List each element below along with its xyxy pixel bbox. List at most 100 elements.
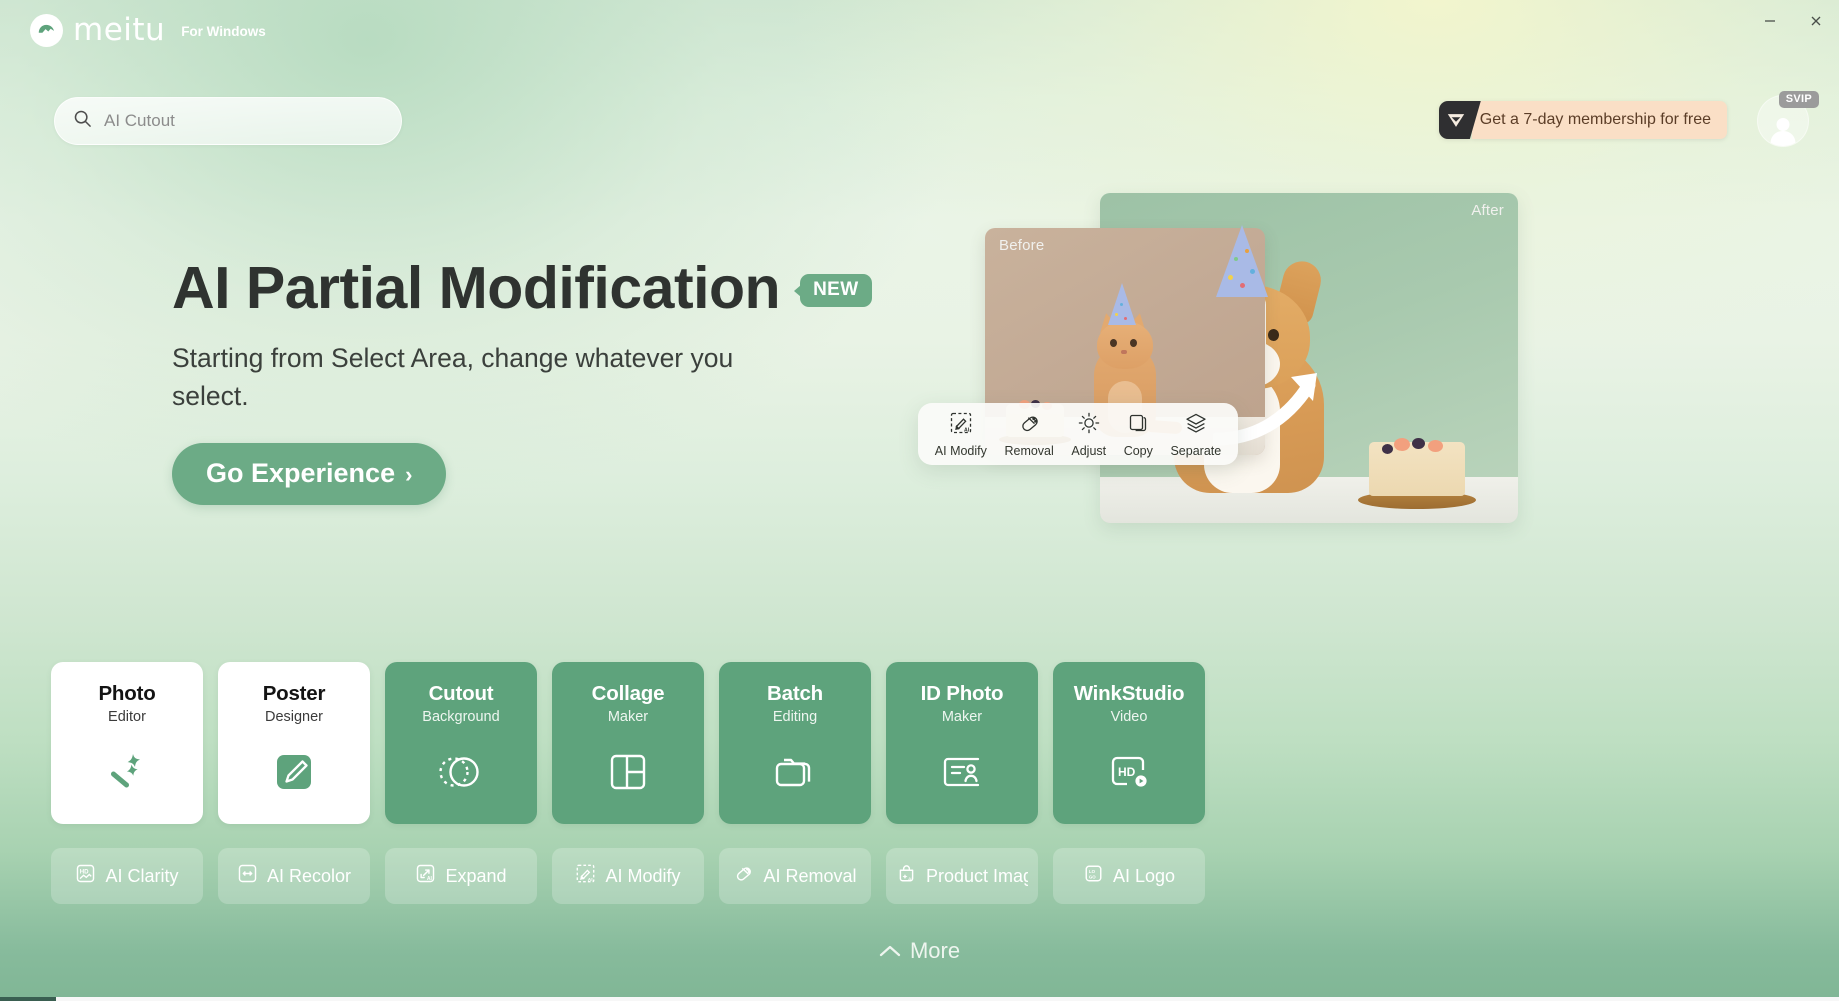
quick-tool-ai-recolor[interactable]: AI Recolor	[218, 848, 370, 904]
showcase-toolbar: AI AI Modify Removal Adjust Copy Separat…	[918, 403, 1238, 465]
before-label: Before	[999, 237, 1045, 254]
card-subtitle: Maker	[941, 709, 983, 725]
card-title: WinkStudio	[1073, 682, 1185, 705]
quick-tool-label: AI Clarity	[105, 865, 179, 886]
eraser-icon	[733, 863, 754, 889]
card-title: Poster	[262, 682, 326, 705]
toolbar-label: Copy	[1123, 443, 1153, 458]
card-title: Photo	[98, 682, 156, 705]
card-title: Cutout	[428, 682, 494, 705]
quick-tool-ai-clarity[interactable]: HD AI Clarity	[51, 848, 203, 904]
more-toggle-button[interactable]: More	[0, 938, 1839, 964]
card-subtitle: Designer	[264, 709, 324, 725]
brand-subtitle: For Windows	[181, 24, 266, 39]
ai-modify-icon: AI	[949, 411, 973, 440]
toolbar-label: Separate	[1170, 443, 1222, 458]
layers-icon	[1184, 411, 1208, 440]
card-subtitle: Maker	[607, 709, 649, 725]
quick-tool-label: Expand	[445, 865, 507, 886]
feature-card-collage-maker[interactable]: Collage Maker	[552, 662, 704, 824]
svg-text:AI: AI	[964, 427, 970, 433]
toolbar-item-ai-modify[interactable]: AI AI Modify	[933, 411, 989, 458]
go-experience-label: Go Experience	[206, 458, 396, 489]
card-subtitle: Editing	[772, 709, 818, 725]
more-label: More	[909, 938, 961, 963]
hero-banner: AI Partial Modification NEW Starting fro…	[172, 255, 952, 506]
membership-promo-label: Get a 7-day membership for free	[1471, 101, 1727, 139]
hd-image-icon: HD	[75, 863, 96, 889]
search-input-value: AI Cutout	[104, 111, 175, 130]
card-subtitle: Editor	[108, 709, 146, 725]
feature-card-winkstudio-video[interactable]: WinkStudio Video HD	[1053, 662, 1205, 824]
quick-tool-label: Product Imag	[926, 865, 1028, 886]
hero-title: AI Partial Modification	[172, 255, 781, 321]
ai-modify-icon: AI	[575, 863, 596, 889]
card-title: Collage	[591, 682, 665, 705]
svg-text:AI: AI	[908, 877, 913, 883]
copy-icon	[1126, 411, 1150, 440]
meitu-logo-icon	[30, 13, 63, 47]
app-brand: meitu For Windows	[30, 11, 266, 48]
recolor-icon	[237, 863, 258, 889]
card-title: Batch	[767, 682, 823, 705]
toolbar-item-separate[interactable]: Separate	[1168, 411, 1223, 458]
after-label: After	[1471, 202, 1504, 219]
cake-illustration-after	[1358, 431, 1476, 509]
quick-tool-row: HD AI Clarity AI Recolor AI Expand AI AI…	[51, 848, 1205, 904]
window-controls	[1747, 0, 1839, 46]
folder-icon	[771, 745, 819, 799]
hero-showcase-artwork: After Before	[985, 185, 1665, 555]
magic-wand-icon	[103, 745, 151, 799]
go-experience-button[interactable]: Go Experience ›	[172, 443, 447, 506]
svg-text:AI: AI	[427, 876, 433, 882]
quick-tool-product-image[interactable]: AI Product Imag	[886, 848, 1038, 904]
feature-card-poster-designer[interactable]: Poster Designer	[218, 662, 370, 824]
close-button[interactable]	[1793, 0, 1839, 46]
feature-card-row: Photo Editor Poster Designer Cutout Back…	[51, 662, 1205, 824]
quick-tool-ai-modify[interactable]: AI AI Modify	[552, 848, 704, 904]
hero-subtitle: Starting from Select Area, change whatev…	[172, 342, 734, 411]
search-input[interactable]: AI Cutout	[54, 97, 402, 145]
card-subtitle: Video	[1110, 709, 1148, 725]
svg-text:HD: HD	[80, 869, 89, 876]
feature-card-cutout-background[interactable]: Cutout Background	[385, 662, 537, 824]
search-icon	[73, 109, 92, 133]
quick-tool-label: AI Removal	[763, 865, 857, 886]
svg-text:GO: GO	[1089, 874, 1096, 879]
taskbar-sliver	[0, 997, 1839, 1001]
toolbar-label: AI Modify	[934, 443, 987, 458]
id-card-icon	[938, 745, 986, 799]
quick-tool-expand[interactable]: AI Expand	[385, 848, 537, 904]
brand-name: meitu	[73, 11, 166, 48]
quick-tool-ai-removal[interactable]: AI Removal	[719, 848, 871, 904]
expand-ai-icon: AI	[415, 863, 436, 889]
membership-promo-button[interactable]: Get a 7-day membership for free	[1438, 101, 1727, 139]
feature-card-photo-editor[interactable]: Photo Editor	[51, 662, 203, 824]
quick-tool-ai-logo[interactable]: LO GO AI Logo	[1053, 848, 1205, 904]
chevron-right-icon: ›	[405, 461, 413, 487]
account-avatar[interactable]: SVIP	[1757, 91, 1819, 147]
minimize-icon	[1763, 14, 1777, 33]
hd-video-icon: HD	[1105, 745, 1153, 799]
feature-card-id-photo-maker[interactable]: ID Photo Maker	[886, 662, 1038, 824]
minimize-button[interactable]	[1747, 0, 1793, 46]
svg-text:AI: AI	[588, 877, 593, 883]
feature-card-batch-editing[interactable]: Batch Editing	[719, 662, 871, 824]
logo-box-icon: LO GO	[1083, 863, 1104, 889]
cutout-circle-icon	[437, 745, 485, 799]
close-icon	[1809, 14, 1823, 33]
card-subtitle: Background	[422, 709, 500, 725]
pencil-square-icon	[271, 745, 317, 799]
brightness-icon	[1077, 411, 1101, 440]
toolbar-item-adjust[interactable]: Adjust	[1069, 411, 1108, 458]
toolbar-item-copy[interactable]: Copy	[1122, 411, 1155, 458]
quick-tool-label: AI Modify	[605, 865, 681, 886]
toolbar-label: Removal	[1004, 443, 1054, 458]
svg-text:HD: HD	[1118, 765, 1136, 779]
svg-text:LO: LO	[1089, 869, 1096, 874]
card-title: ID Photo	[920, 682, 1004, 705]
meitu-home-window: meitu For Windows AI Cutout Get a 7-day …	[0, 0, 1839, 1001]
quick-tool-label: AI Recolor	[266, 865, 352, 886]
toolbar-item-removal[interactable]: Removal	[1002, 411, 1055, 458]
product-bag-ai-icon: AI	[896, 863, 917, 889]
